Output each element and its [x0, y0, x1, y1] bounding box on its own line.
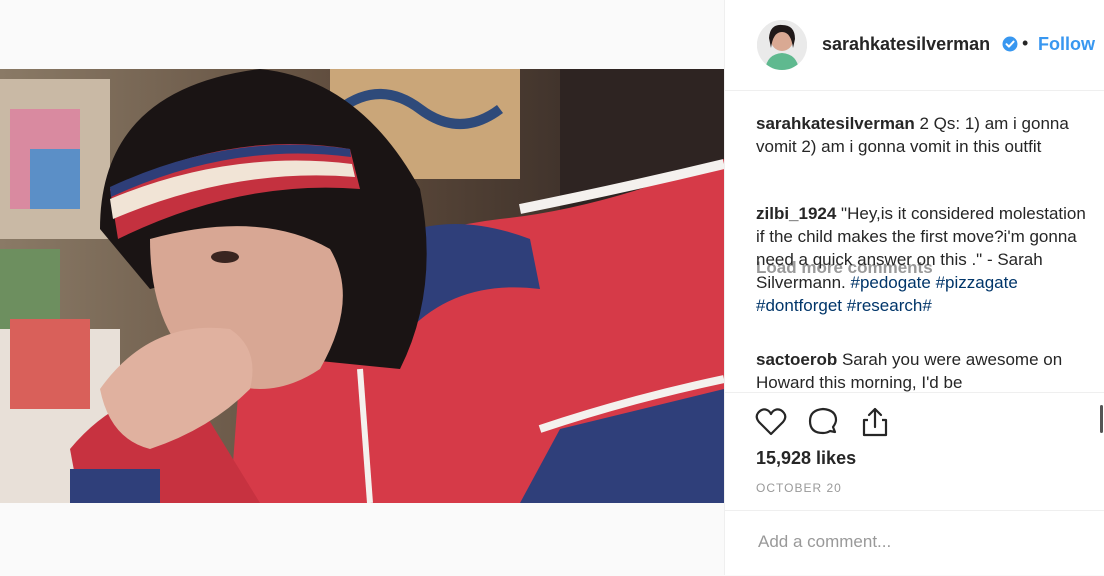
share-icon[interactable]: [858, 405, 892, 439]
instagram-post: sarahkatesilverman • Follow sarahkatesil…: [0, 0, 1104, 575]
add-comment-bar: [725, 510, 1104, 576]
comments-scrollbar[interactable]: [1100, 405, 1103, 433]
comment-username[interactable]: zilbi_1924: [756, 204, 836, 223]
heart-icon[interactable]: [754, 405, 788, 439]
post-author-username[interactable]: sarahkatesilverman: [822, 34, 990, 55]
comment-item: zilbi_1924 "Hey,is it considered molesta…: [756, 202, 1098, 317]
comment-item: sactoerob Sarah you were awesome on Howa…: [756, 348, 1098, 392]
selfie-illustration: [0, 69, 724, 503]
comments-section: sarahkatesilverman 2 Qs: 1) am i gonna v…: [725, 90, 1104, 392]
post-sidebar: sarahkatesilverman • Follow sarahkatesil…: [724, 0, 1104, 575]
avatar[interactable]: [757, 20, 807, 70]
add-comment-input[interactable]: [756, 531, 1090, 553]
comment-bubble-icon[interactable]: [806, 405, 840, 439]
post-media-area: [0, 0, 724, 575]
header-separator: •: [1022, 33, 1029, 53]
follow-button[interactable]: Follow: [1038, 34, 1095, 55]
verified-badge-icon: [1002, 36, 1018, 52]
comment-username[interactable]: sactoerob: [756, 350, 837, 369]
post-date: OCTOBER 20: [756, 481, 842, 495]
avatar-image: [757, 20, 807, 70]
caption-username[interactable]: sarahkatesilverman: [756, 114, 915, 133]
likes-count[interactable]: 15,928 likes: [756, 448, 856, 469]
post-actions-bar: [725, 392, 1104, 453]
post-photo[interactable]: [0, 69, 724, 503]
post-header: sarahkatesilverman • Follow: [725, 0, 1104, 91]
post-caption: sarahkatesilverman 2 Qs: 1) am i gonna v…: [756, 112, 1098, 158]
